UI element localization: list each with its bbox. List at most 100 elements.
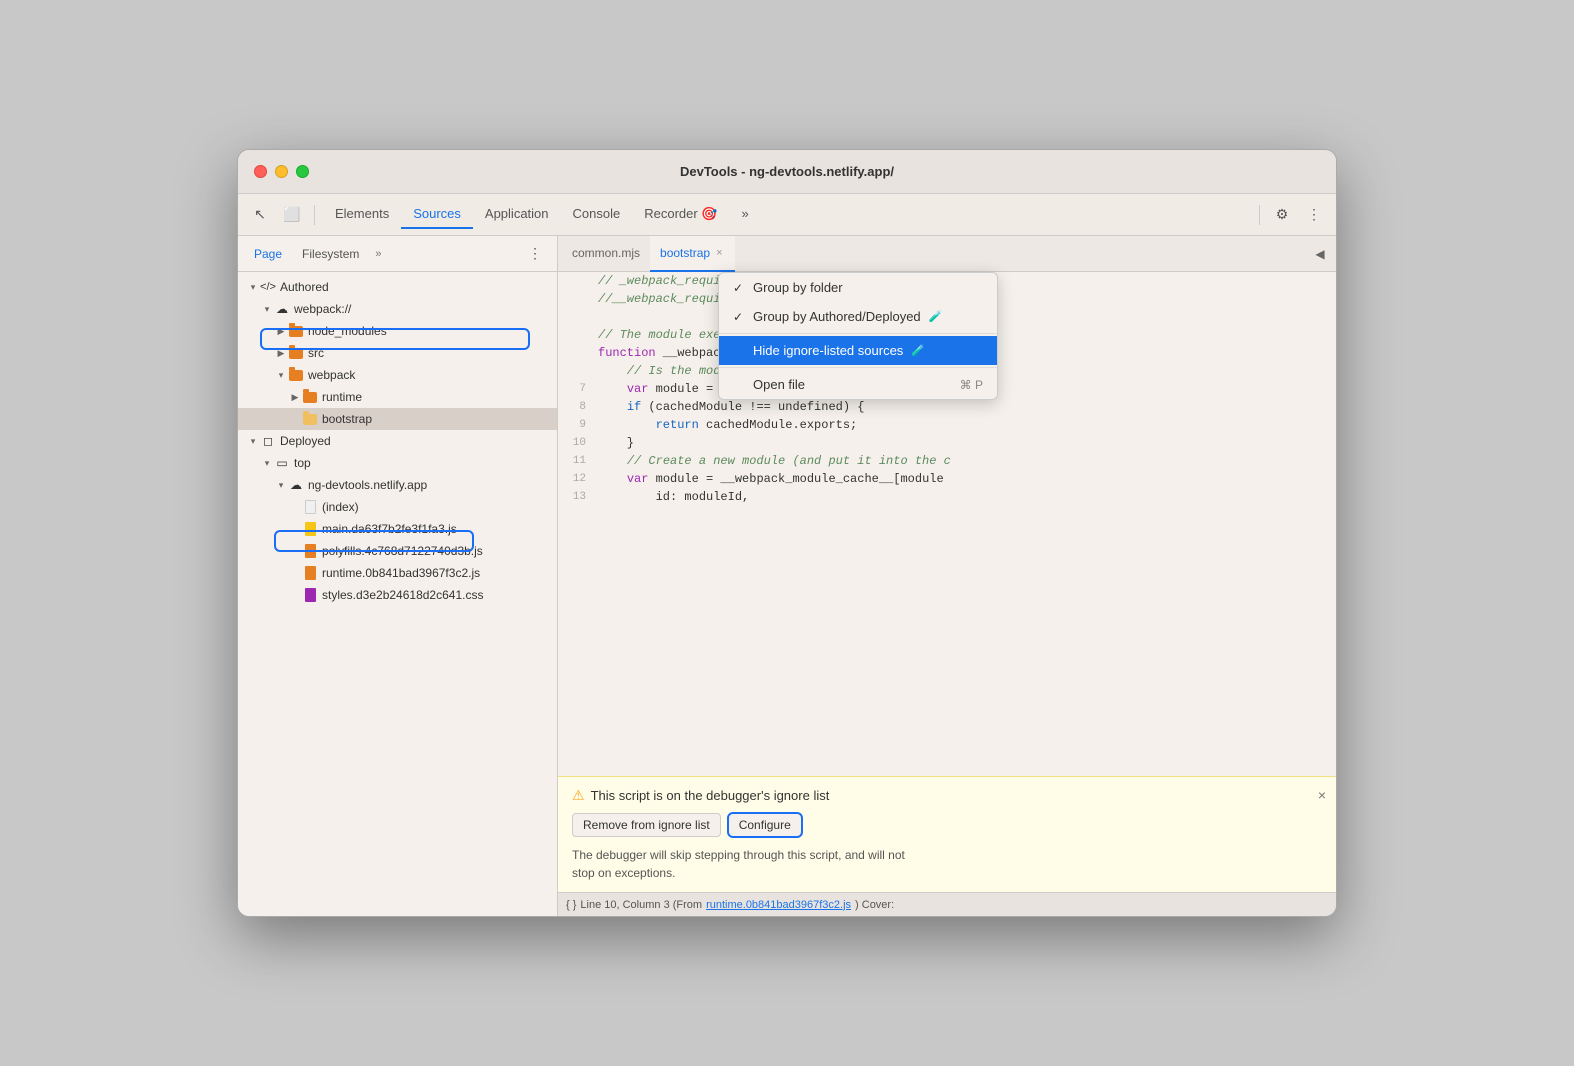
menu-group-by-authored[interactable]: ✓ Group by Authored/Deployed 🧪: [719, 302, 997, 331]
src-arrow: ▶: [274, 346, 288, 360]
deployed-arrow: ▾: [246, 434, 260, 448]
code-line-10: 10 }: [558, 434, 1336, 452]
tree-deployed[interactable]: ▾ ◻ Deployed: [238, 430, 557, 452]
tab-elements[interactable]: Elements: [323, 200, 401, 229]
sidebar-tab-filesystem[interactable]: Filesystem: [294, 243, 367, 265]
top-icon: ▭: [274, 455, 290, 471]
tree-webpack-root[interactable]: ▾ ☁ webpack://: [238, 298, 557, 320]
code-line-8: 8 if (cachedModule !== undefined) {: [558, 398, 1336, 416]
index-label: (index): [322, 500, 359, 514]
main-js-file-icon: [302, 521, 318, 537]
status-format-icon: { }: [566, 899, 576, 911]
tree-node-modules[interactable]: ▶ node_modules: [238, 320, 557, 342]
cursor-icon: ↖: [254, 206, 266, 223]
ignore-banner-buttons: Remove from ignore list Configure: [572, 812, 1322, 838]
styles-css-file-icon: [302, 587, 318, 603]
webpack-arrow: ▾: [260, 302, 274, 316]
runtime-arrow: ▶: [288, 390, 302, 404]
code-line-11: 11 // Create a new module (and put it in…: [558, 452, 1336, 470]
authored-arrow: ▾: [246, 280, 260, 294]
group-authored-label: Group by Authored/Deployed: [753, 309, 921, 324]
remove-from-ignore-button[interactable]: Remove from ignore list: [572, 813, 721, 837]
line-num-13: 13: [558, 488, 598, 506]
file-tab-bootstrap[interactable]: bootstrap ×: [650, 236, 734, 272]
tree-main-js[interactable]: ▶ main.da63f7b2fe3f1fa3.js: [238, 518, 557, 540]
toolbar: ↖ ⬜ Elements Sources Application Console…: [238, 194, 1336, 236]
src-label: src: [308, 346, 324, 360]
banner-close-button[interactable]: ×: [1318, 787, 1326, 803]
sidebar-tab-more[interactable]: »: [371, 246, 385, 262]
netlify-icon: ☁: [288, 477, 304, 493]
line-num-11: 11: [558, 452, 598, 470]
webpack-cloud-icon: ☁: [274, 301, 290, 317]
tree-runtime[interactable]: ▶ runtime: [238, 386, 557, 408]
menu-group-by-folder[interactable]: ✓ Group by folder: [719, 273, 997, 302]
menu-separator-2: [719, 367, 997, 368]
tree-webpack[interactable]: ▾ webpack: [238, 364, 557, 386]
webpack-folder-icon: [288, 367, 304, 383]
group-authored-experimental: 🧪: [929, 310, 943, 323]
menu-open-file[interactable]: Open file ⌘ P: [719, 370, 997, 399]
bootstrap-file-icon: [302, 411, 318, 427]
close-button[interactable]: [254, 165, 267, 178]
bootstrap-tab-label: bootstrap: [660, 246, 710, 260]
ignore-banner-title-text: This script is on the debugger's ignore …: [591, 788, 830, 803]
status-suffix: ) Cover:: [855, 899, 894, 911]
ignore-banner-description: The debugger will skip stepping through …: [572, 846, 1322, 882]
tab-console[interactable]: Console: [561, 200, 633, 229]
toolbar-right: ⚙ ⋮: [1255, 201, 1328, 229]
index-file-icon: [302, 499, 318, 515]
tree-top[interactable]: ▾ ▭ top: [238, 452, 557, 474]
content-area: common.mjs bootstrap × ◀ // _webpack_req…: [558, 236, 1336, 916]
tab-navigation: Elements Sources Application Console Rec…: [323, 200, 1251, 230]
tree-polyfills[interactable]: ▶ polyfills.4c768d7122740d3b.js: [238, 540, 557, 562]
device-toggle-button[interactable]: ⬜: [278, 201, 306, 229]
runtime-folder-icon: [302, 389, 318, 405]
status-bar: { } Line 10, Column 3 (From runtime.0b84…: [558, 892, 1336, 916]
status-file-link[interactable]: runtime.0b841bad3967f3c2.js: [706, 899, 851, 911]
line-num-9: 9: [558, 416, 598, 434]
common-mjs-label: common.mjs: [572, 246, 640, 260]
tree-index[interactable]: ▶ (index): [238, 496, 557, 518]
settings-button[interactable]: ⚙: [1268, 201, 1296, 229]
gear-icon: ⚙: [1276, 206, 1289, 223]
line-content-10: }: [598, 434, 1336, 452]
tab-sources[interactable]: Sources: [401, 200, 473, 229]
file-tree: ▾ </> Authored ▾ ☁ webpack:// ▶ node_mod…: [238, 272, 557, 916]
tab-recorder[interactable]: Recorder 🎯: [632, 200, 729, 230]
styles-css-label: styles.d3e2b24618d2c641.css: [322, 588, 483, 602]
maximize-button[interactable]: [296, 165, 309, 178]
tree-netlify-app[interactable]: ▾ ☁ ng-devtools.netlify.app: [238, 474, 557, 496]
tree-runtime-js[interactable]: ▶ runtime.0b841bad3967f3c2.js: [238, 562, 557, 584]
tree-bootstrap[interactable]: ▶ bootstrap: [238, 408, 557, 430]
more-options-button[interactable]: ⋮: [1300, 201, 1328, 229]
hide-ignore-experimental: 🧪: [911, 344, 925, 357]
traffic-lights: [254, 165, 309, 178]
tab-application[interactable]: Application: [473, 200, 561, 229]
line-content-8: if (cachedModule !== undefined) {: [598, 398, 1336, 416]
minimize-button[interactable]: [275, 165, 288, 178]
nav-left-button[interactable]: ◀: [1308, 242, 1332, 266]
devtools-window: DevTools - ng-devtools.netlify.app/ ↖ ⬜ …: [237, 149, 1337, 917]
hide-ignore-label: Hide ignore-listed sources: [753, 343, 903, 358]
tree-authored[interactable]: ▾ </> Authored: [238, 276, 557, 298]
top-arrow: ▾: [260, 456, 274, 470]
configure-button[interactable]: Configure: [727, 812, 803, 838]
sidebar-tab-page[interactable]: Page: [246, 243, 290, 265]
polyfills-label: polyfills.4c768d7122740d3b.js: [322, 544, 483, 558]
sidebar-more-options[interactable]: ⋮: [521, 240, 549, 268]
sidebar: Page Filesystem » ⋮ ▾ </> Authored: [238, 236, 558, 916]
tab-more[interactable]: »: [730, 200, 761, 229]
menu-hide-ignore-listed[interactable]: Hide ignore-listed sources 🧪: [719, 336, 997, 365]
sidebar-tab-bar: Page Filesystem » ⋮: [238, 236, 557, 272]
file-tab-common-mjs[interactable]: common.mjs: [562, 236, 650, 272]
close-bootstrap-tab[interactable]: ×: [714, 246, 724, 260]
tree-styles-css[interactable]: ▶ styles.d3e2b24618d2c641.css: [238, 584, 557, 606]
authored-icon: </>: [260, 279, 276, 295]
tree-src[interactable]: ▶ src: [238, 342, 557, 364]
cursor-tool-button[interactable]: ↖: [246, 201, 274, 229]
device-icon: ⬜: [283, 206, 300, 223]
bootstrap-label: bootstrap: [322, 412, 372, 426]
authored-label: Authored: [280, 280, 329, 294]
open-file-label: Open file: [753, 377, 805, 392]
